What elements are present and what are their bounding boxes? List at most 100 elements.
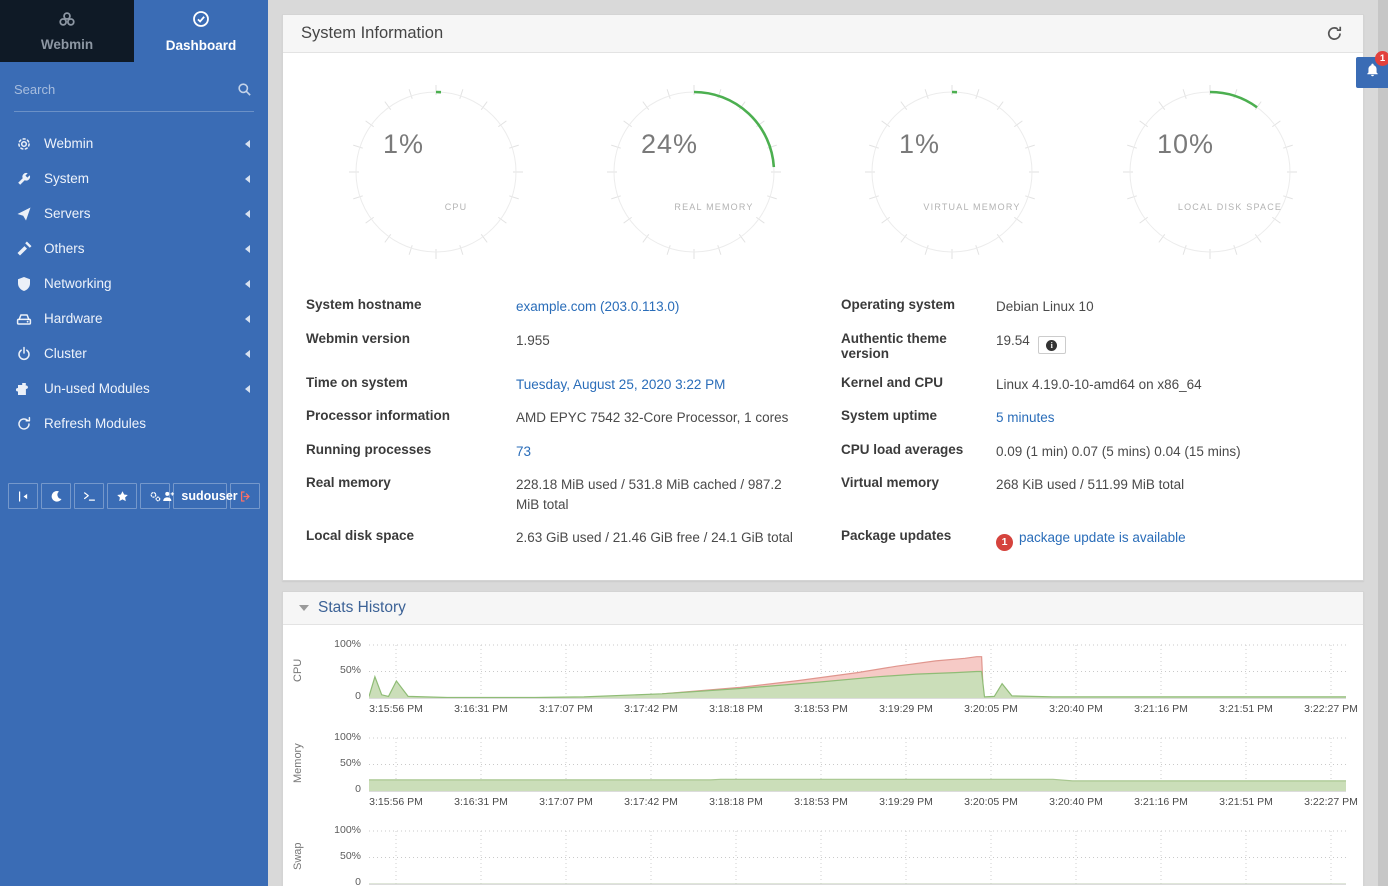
info-value: 228.18 MiB used / 531.8 MiB cached / 987… — [516, 468, 811, 521]
favorites-icon — [116, 490, 129, 503]
scrollbar[interactable] — [1378, 0, 1388, 886]
y-tick-label: 0 — [309, 690, 361, 702]
x-tick-label: 3:21:51 PM — [1201, 703, 1291, 715]
info-value-text: 0.09 (1 min) 0.07 (5 mins) 0.04 (15 mins… — [996, 444, 1241, 459]
chart-axis-title: Swap — [285, 827, 311, 885]
night-mode-button[interactable] — [41, 483, 71, 509]
info-value: 5 minutes — [996, 401, 1358, 435]
chevron-left-icon — [245, 210, 250, 218]
collapse-sidebar-button[interactable] — [8, 483, 38, 509]
gauge-value: 1% — [383, 129, 424, 159]
info-icon: i — [1046, 340, 1057, 351]
gauge-label: VIRTUAL MEMORY — [923, 202, 1020, 212]
info-value: example.com (203.0.113.0) — [516, 290, 811, 324]
sidebar-item-label: System — [44, 171, 89, 186]
usage-gauges: 1% CPU 24% REAL MEMORY 1% VIRTUAL MEMORY… — [283, 77, 1363, 272]
chart-plot — [369, 827, 1346, 886]
gauge-label: REAL MEMORY — [674, 202, 753, 212]
refresh-button[interactable] — [1324, 23, 1345, 44]
tab-webmin-label: Webmin — [41, 37, 93, 52]
stats-history-panel: Stats History CPU100%50%03:15:56 PM3:16:… — [282, 591, 1364, 886]
notifications-bell[interactable]: 1 — [1356, 57, 1388, 88]
info-value-text: 19.54 — [996, 333, 1030, 348]
hard-drive-icon — [16, 311, 38, 327]
favorites-button[interactable] — [107, 483, 137, 509]
search-icon — [237, 82, 252, 102]
info-value-link[interactable]: Tuesday, August 25, 2020 3:22 PM — [516, 377, 725, 392]
chart-axis-title: Memory — [285, 734, 311, 792]
tab-webmin[interactable]: Webmin — [0, 0, 134, 62]
stats-charts: CPU100%50%03:15:56 PM3:16:31 PM3:17:07 P… — [283, 625, 1363, 886]
chevron-left-icon — [245, 175, 250, 183]
notification-count-badge: 1 — [1375, 51, 1388, 66]
x-tick-label: 3:17:07 PM — [521, 796, 611, 808]
info-label: Time on system — [306, 368, 516, 402]
sidebar-item-refresh-modules[interactable]: Refresh Modules — [0, 406, 268, 441]
x-axis-labels: 3:15:56 PM3:16:31 PM3:17:07 PM3:17:42 PM… — [369, 792, 1346, 810]
info-label: CPU load averages — [841, 435, 996, 469]
sidebar-item-others[interactable]: Others — [0, 231, 268, 266]
sidebar-item-hardware[interactable]: Hardware — [0, 301, 268, 336]
chart-plot — [369, 734, 1346, 797]
collapse-caret-icon — [299, 605, 309, 611]
webmin-dashboard-page: Webmin Dashboard Webmin System Servers Othe… — [0, 0, 1388, 886]
info-value: 268 KiB used / 511.99 MiB total — [996, 468, 1358, 521]
system-information-panel: System Information 1% CPU 24% REAL MEMOR… — [282, 14, 1364, 581]
info-value: AMD EPYC 7542 32-Core Processor, 1 cores — [516, 401, 811, 435]
user-menu-button[interactable]: sudouser — [173, 483, 227, 509]
sidebar-item-label: Un-used Modules — [44, 381, 150, 396]
logout-button[interactable] — [230, 483, 260, 509]
info-value: 2.63 GiB used / 21.46 GiB free / 24.1 Gi… — [516, 521, 811, 558]
info-label: Running processes — [306, 435, 516, 469]
info-value-link[interactable]: example.com (203.0.113.0) — [516, 299, 679, 314]
sidebar-item-system[interactable]: System — [0, 161, 268, 196]
x-tick-label: 3:19:29 PM — [861, 703, 951, 715]
info-value-link[interactable]: 73 — [516, 444, 531, 459]
sidebar-item-cluster[interactable]: Cluster — [0, 336, 268, 371]
info-label: System hostname — [306, 290, 516, 324]
info-value: 1package update is available — [996, 521, 1358, 558]
sidebar-item-label: Servers — [44, 206, 91, 221]
gauge-real-memory: 24% REAL MEMORY — [599, 77, 789, 272]
info-value-link[interactable]: 5 minutes — [996, 410, 1055, 425]
x-tick-label: 3:17:42 PM — [606, 703, 696, 715]
search-input[interactable] — [14, 82, 254, 97]
info-value-text: 1.955 — [516, 333, 550, 348]
webmin-logo-icon — [58, 11, 76, 32]
send-icon — [16, 206, 38, 222]
power-icon — [16, 346, 38, 362]
gauge-value: 10% — [1157, 129, 1214, 159]
shield-icon — [16, 276, 38, 292]
info-label: Processor information — [306, 401, 516, 435]
x-tick-label: 3:15:56 PM — [351, 703, 441, 715]
info-value-text: Linux 4.19.0-10-amd64 on x86_64 — [996, 377, 1202, 392]
chevron-left-icon — [245, 245, 250, 253]
sidebar-menu: Webmin System Servers Others Networking Hardw… — [0, 126, 268, 441]
x-tick-label: 3:20:40 PM — [1031, 703, 1121, 715]
x-tick-label: 3:17:42 PM — [606, 796, 696, 808]
sidebar-item-un-used-modules[interactable]: Un-used Modules — [0, 371, 268, 406]
sidebar-item-webmin[interactable]: Webmin — [0, 126, 268, 161]
chevron-left-icon — [245, 385, 250, 393]
info-label: Webmin version — [306, 324, 516, 368]
info-value: 73 — [516, 435, 811, 469]
chevron-left-icon — [245, 140, 250, 148]
sidebar-item-servers[interactable]: Servers — [0, 196, 268, 231]
y-tick-label: 50% — [309, 664, 361, 676]
y-tick-label: 100% — [309, 638, 361, 650]
terminal-button[interactable] — [74, 483, 104, 509]
info-value-link[interactable]: package update is available — [1019, 530, 1186, 545]
info-value-text: AMD EPYC 7542 32-Core Processor, 1 cores — [516, 410, 788, 425]
info-label: Package updates — [841, 521, 996, 558]
sidebar-item-label: Networking — [44, 276, 112, 291]
x-tick-label: 3:21:16 PM — [1116, 796, 1206, 808]
gauge-label: LOCAL DISK SPACE — [1178, 202, 1282, 212]
chevron-left-icon — [245, 350, 250, 358]
info-button[interactable]: i — [1038, 336, 1066, 354]
x-tick-label: 3:15:56 PM — [351, 796, 441, 808]
stats-history-header[interactable]: Stats History — [283, 592, 1363, 625]
sidebar-item-networking[interactable]: Networking — [0, 266, 268, 301]
x-tick-label: 3:21:51 PM — [1201, 796, 1291, 808]
tab-dashboard[interactable]: Dashboard — [134, 0, 268, 62]
info-value: 0.09 (1 min) 0.07 (5 mins) 0.04 (15 mins… — [996, 435, 1358, 469]
